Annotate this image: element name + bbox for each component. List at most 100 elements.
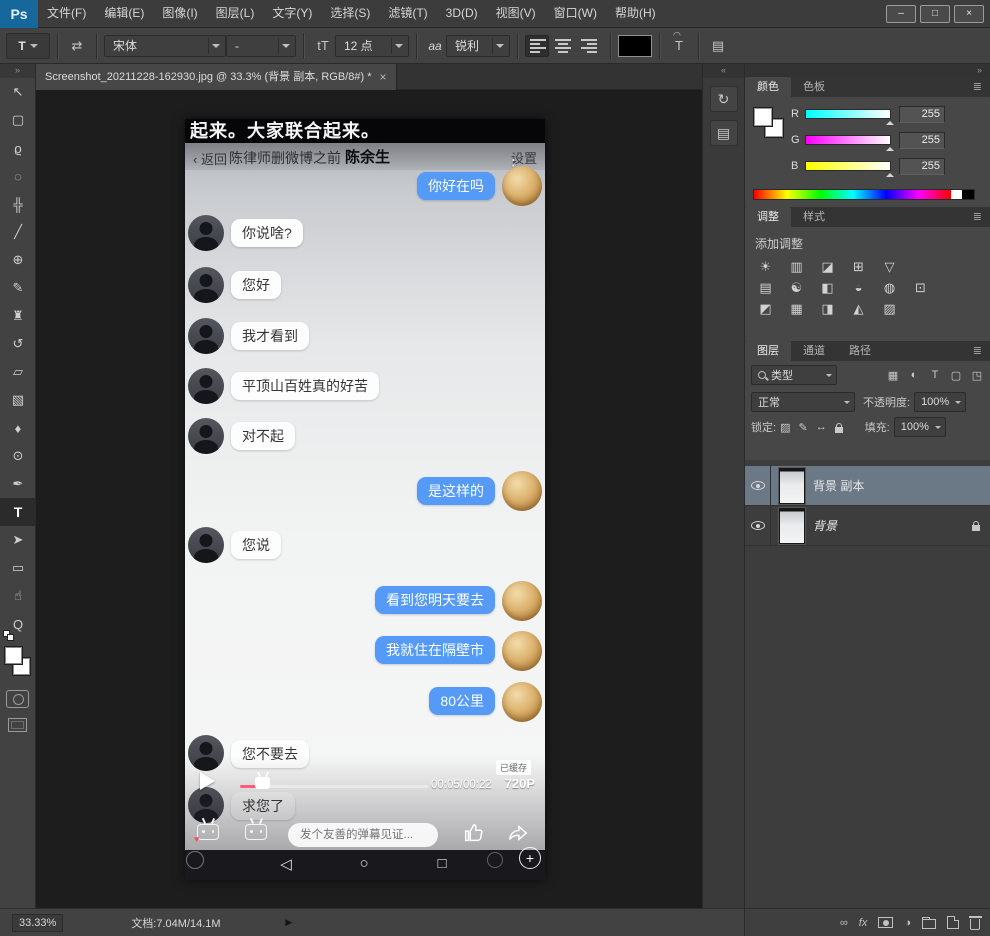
tab-adjustments[interactable]: 调整 xyxy=(745,207,791,227)
tool-rectangle[interactable]: ▭ xyxy=(0,554,36,582)
maximize-button[interactable]: □ xyxy=(920,4,950,23)
tool-move[interactable]: ↖ xyxy=(0,78,36,106)
tool-history-brush[interactable]: ↺ xyxy=(0,330,36,358)
tool-path-selection[interactable]: ➤ xyxy=(0,526,36,554)
minimize-button[interactable]: – xyxy=(886,4,916,23)
vibrance-icon[interactable]: ▽ xyxy=(881,259,898,275)
screen-mode-button[interactable] xyxy=(8,718,27,732)
green-value[interactable]: 255 xyxy=(899,131,945,149)
new-group-icon[interactable] xyxy=(922,916,936,929)
opacity-select[interactable]: 100% xyxy=(914,391,967,412)
visibility-cell[interactable] xyxy=(745,506,771,545)
tool-lasso[interactable]: ϱ xyxy=(0,134,36,162)
tool-brush[interactable]: ✎ xyxy=(0,274,36,302)
layer-row-background[interactable]: 背景 xyxy=(745,506,990,546)
text-orientation-icon[interactable]: ⇄ xyxy=(65,38,89,54)
history-panel-icon[interactable]: ↻ xyxy=(709,86,738,112)
tool-preset-button[interactable]: T xyxy=(6,32,50,59)
tool-blur[interactable]: ♦ xyxy=(0,414,36,442)
tool-pen[interactable]: ✒ xyxy=(0,470,36,498)
status-expand-icon[interactable]: ▶ xyxy=(285,917,292,928)
tab-swatches[interactable]: 色板 xyxy=(791,77,837,97)
filter-pixel-icon[interactable]: ▦ xyxy=(886,369,900,382)
zoom-level-field[interactable]: 33.33% xyxy=(12,913,64,932)
channel-mixer-icon[interactable]: ◍ xyxy=(881,280,898,296)
add-mask-icon[interactable] xyxy=(878,917,894,928)
menu-window[interactable]: 窗口(W) xyxy=(545,0,606,27)
menu-layer[interactable]: 图层(L) xyxy=(207,0,264,27)
layer-thumbnail[interactable] xyxy=(779,507,805,544)
expand-panels-icon[interactable]: « xyxy=(703,64,744,78)
warp-text-icon[interactable]: T xyxy=(667,30,691,53)
new-layer-icon[interactable] xyxy=(947,916,959,929)
tool-marquee[interactable]: ▢ xyxy=(0,106,36,134)
lock-position-icon[interactable]: ↔ xyxy=(816,421,827,433)
menu-edit[interactable]: 编辑(E) xyxy=(95,0,153,27)
tool-eyedropper[interactable]: ╱ xyxy=(0,218,36,246)
lock-all-icon[interactable] xyxy=(834,422,843,433)
threshold-icon[interactable]: ◨ xyxy=(819,301,836,317)
filter-adjustment-icon[interactable]: ◐ xyxy=(907,369,921,382)
color-spectrum-ramp[interactable] xyxy=(753,189,975,200)
tool-type[interactable]: T xyxy=(0,498,36,526)
anti-alias-select[interactable]: 锐利 xyxy=(446,34,510,57)
link-layers-icon[interactable]: ∞ xyxy=(840,917,848,929)
invert-icon[interactable]: ◩ xyxy=(757,301,774,317)
tab-styles[interactable]: 样式 xyxy=(791,207,837,227)
tool-clone-stamp[interactable]: ♜ xyxy=(0,302,36,330)
align-center-button[interactable] xyxy=(551,35,575,57)
layer-name[interactable]: 背景 xyxy=(813,517,837,534)
blue-value[interactable]: 255 xyxy=(899,157,945,175)
font-size-select[interactable]: 12 点 xyxy=(335,34,409,57)
filter-type-icon[interactable]: T xyxy=(928,369,942,382)
menu-select[interactable]: 选择(S) xyxy=(321,0,379,27)
layer-style-fx-icon[interactable]: fx xyxy=(859,917,868,929)
brightness-contrast-icon[interactable]: ☀ xyxy=(757,259,774,275)
layer-row-background-copy[interactable]: 背景 副本 xyxy=(745,466,990,506)
menu-file[interactable]: 文件(F) xyxy=(38,0,95,27)
menu-view[interactable]: 视图(V) xyxy=(487,0,545,27)
menu-filter[interactable]: 滤镜(T) xyxy=(379,0,436,27)
close-tab-icon[interactable]: × xyxy=(379,65,386,90)
blend-mode-select[interactable]: 正常 xyxy=(751,391,855,412)
menu-image[interactable]: 图像(I) xyxy=(153,0,206,27)
posterize-icon[interactable]: ▦ xyxy=(788,301,805,317)
tools-collapse-icon[interactable]: » xyxy=(0,64,35,78)
filter-type-select[interactable]: 类型 xyxy=(751,365,837,385)
close-button[interactable]: × xyxy=(954,4,984,23)
photo-filter-icon[interactable]: ◒ xyxy=(850,280,867,296)
selective-color-icon[interactable]: ◭ xyxy=(850,301,867,317)
layer-name[interactable]: 背景 副本 xyxy=(813,477,864,494)
tab-color[interactable]: 颜色 xyxy=(745,77,791,97)
foreground-color-swatch[interactable] xyxy=(4,646,23,665)
slider-thumb[interactable] xyxy=(886,117,894,125)
layer-thumbnail[interactable] xyxy=(779,467,805,504)
color-lookup-icon[interactable]: ⊡ xyxy=(912,280,929,296)
tool-quick-selection[interactable]: ◌ xyxy=(0,162,36,190)
filter-smart-icon[interactable]: ◳ xyxy=(970,369,984,382)
menu-type[interactable]: 文字(Y) xyxy=(263,0,321,27)
tool-healing[interactable]: ⊕ xyxy=(0,246,36,274)
toggle-panels-icon[interactable]: ▤ xyxy=(706,38,730,54)
tool-crop[interactable]: ╬ xyxy=(0,190,36,218)
fill-select[interactable]: 100% xyxy=(893,417,946,437)
color-balance-icon[interactable]: ☯ xyxy=(788,280,805,296)
green-slider[interactable] xyxy=(805,135,894,151)
quick-mask-button[interactable] xyxy=(6,690,29,708)
slider-thumb[interactable] xyxy=(886,169,894,177)
filter-shape-icon[interactable]: ▢ xyxy=(949,369,963,382)
gradient-map-icon[interactable]: ▨ xyxy=(881,301,898,317)
tool-hand[interactable]: ☝ xyxy=(0,582,36,610)
black-white-icon[interactable]: ◧ xyxy=(819,280,836,296)
tool-dodge[interactable]: ⊙ xyxy=(0,442,36,470)
font-style-select[interactable]: - xyxy=(226,34,296,57)
panel-menu-icon[interactable]: ≣ xyxy=(973,341,990,361)
font-family-select[interactable]: 宋体 xyxy=(104,34,226,57)
tab-channels[interactable]: 通道 xyxy=(791,341,837,361)
lock-image-icon[interactable]: ✎ xyxy=(798,421,807,434)
tab-layers[interactable]: 图层 xyxy=(745,341,791,361)
tab-paths[interactable]: 路径 xyxy=(837,341,883,361)
panel-menu-icon[interactable]: ≣ xyxy=(973,207,990,227)
default-colors-icon[interactable] xyxy=(3,630,15,642)
blue-slider[interactable] xyxy=(805,161,894,177)
